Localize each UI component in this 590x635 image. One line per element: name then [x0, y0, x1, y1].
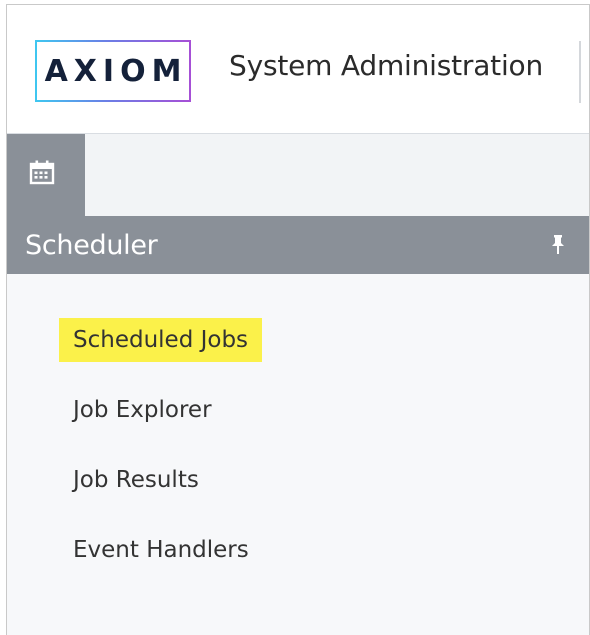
nav-item-event-handlers[interactable]: Event Handlers: [59, 528, 263, 572]
logo-text: AXIOM: [44, 53, 188, 89]
axiom-logo[interactable]: AXIOM: [35, 40, 191, 102]
page-title: System Administration: [229, 49, 543, 82]
nav-item-label: Job Results: [73, 467, 199, 493]
app-window: AXIOM System Administration Scheduler Sc…: [6, 4, 590, 635]
tab-scheduler[interactable]: [7, 134, 85, 216]
nav-item-label: Job Explorer: [73, 397, 212, 423]
pin-icon: [552, 235, 564, 254]
calendar-icon: [29, 160, 55, 185]
nav-item-scheduled-jobs[interactable]: Scheduled Jobs: [59, 318, 263, 362]
pin-button[interactable]: [551, 235, 565, 255]
panel-title: Scheduler: [25, 229, 158, 261]
nav-item-job-results[interactable]: Job Results: [59, 458, 213, 502]
nav-item-job-explorer[interactable]: Job Explorer: [59, 388, 226, 432]
panel-tab-strip: [7, 134, 589, 216]
nav-item-label: Event Handlers: [73, 537, 249, 563]
nav-item-label: Scheduled Jobs: [73, 327, 249, 353]
app-header: AXIOM System Administration: [7, 5, 589, 134]
header-divider: [579, 41, 581, 103]
scheduler-panel-header: Scheduler: [7, 216, 589, 274]
scheduler-panel-body: Scheduled Jobs Job Explorer Job Results …: [7, 274, 589, 635]
